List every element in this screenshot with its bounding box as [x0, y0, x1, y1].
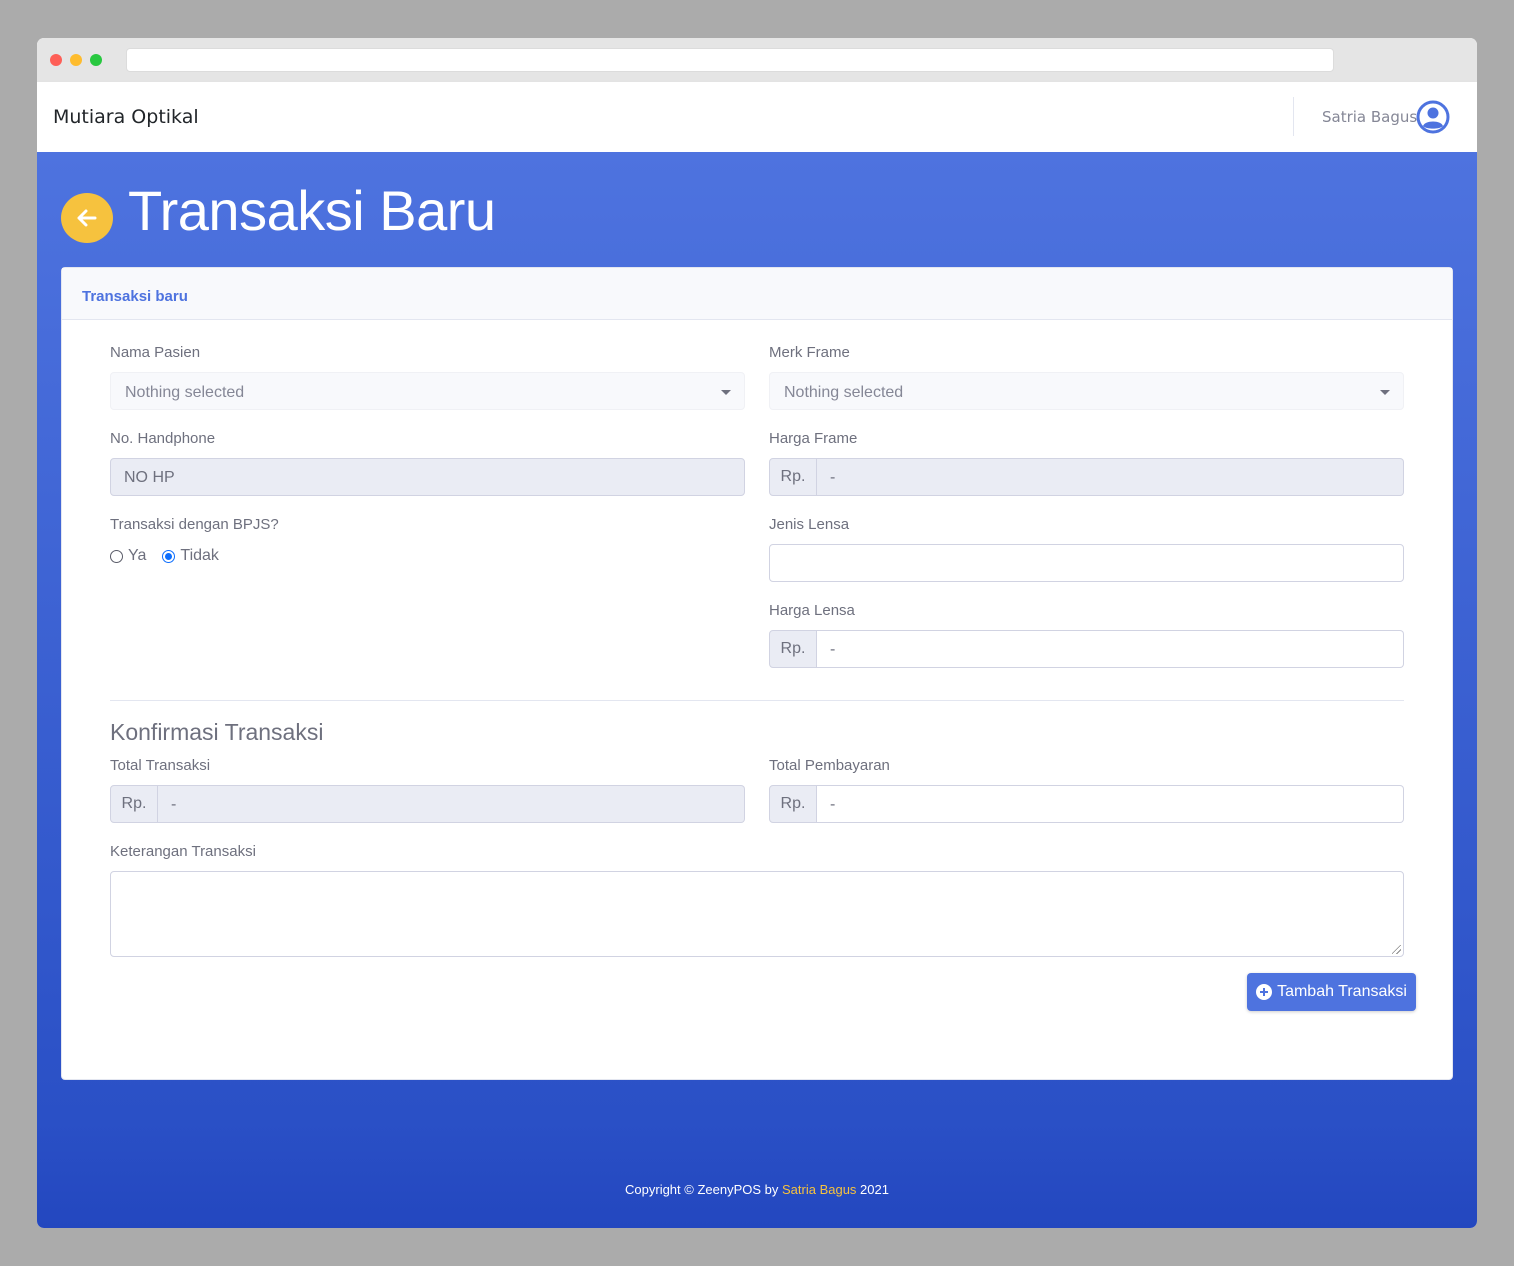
content-area: Transaksi Baru Transaksi baru Nama Pasie…	[37, 152, 1477, 1228]
harga-lensa-field[interactable]: -	[817, 630, 1404, 668]
bpjs-tidak-radio[interactable]	[162, 549, 176, 563]
topbar: Mutiara Optikal Satria Bagus	[37, 82, 1477, 152]
nama-pasien-select[interactable]: Nothing selected	[110, 372, 745, 410]
total-pembayaran-label: Total Pembayaran	[769, 757, 890, 774]
bpjs-radio-group: Ya Tidak	[110, 547, 235, 565]
card-title: Transaksi baru	[82, 288, 188, 305]
no-handphone-field[interactable]: NO HP	[110, 458, 745, 496]
merk-frame-label: Merk Frame	[769, 344, 850, 361]
chevron-down-icon	[1380, 390, 1390, 395]
harga-frame-prefix: Rp.	[769, 458, 817, 496]
back-button[interactable]	[61, 193, 113, 243]
tambah-transaksi-button[interactable]: Tambah Transaksi	[1247, 973, 1416, 1011]
bpjs-label: Transaksi dengan BPJS?	[110, 516, 279, 533]
no-handphone-label: No. Handphone	[110, 430, 216, 447]
address-bar[interactable]	[126, 48, 1334, 72]
total-transaksi-prefix: Rp.	[110, 785, 158, 823]
keterangan-label: Keterangan Transaksi	[110, 843, 256, 860]
total-transaksi-label: Total Transaksi	[110, 757, 211, 774]
total-pembayaran-prefix: Rp.	[769, 785, 817, 823]
harga-lensa-prefix: Rp.	[769, 630, 817, 668]
user-name[interactable]: Satria Bagus	[1322, 108, 1417, 126]
keterangan-textarea[interactable]	[110, 871, 1404, 957]
footer-suffix: 2021	[856, 1182, 889, 1197]
nama-pasien-value: Nothing selected	[125, 384, 245, 401]
harga-lensa-group: Rp. -	[769, 630, 1404, 668]
page-title: Transaksi Baru	[128, 179, 496, 242]
nama-pasien-label: Nama Pasien	[110, 344, 201, 361]
browser-chrome	[37, 38, 1477, 82]
total-pembayaran-field[interactable]: -	[817, 785, 1404, 823]
maximize-window-icon[interactable]	[90, 54, 102, 66]
jenis-lensa-label: Jenis Lensa	[769, 516, 850, 533]
tambah-transaksi-label: Tambah Transaksi	[1277, 983, 1407, 1000]
bpjs-ya-radio[interactable]	[110, 549, 123, 563]
harga-frame-label: Harga Frame	[769, 430, 858, 447]
topbar-divider	[1293, 97, 1294, 136]
jenis-lensa-field[interactable]	[769, 544, 1404, 582]
transaction-card: Transaksi baru Nama Pasien Nothing selec…	[61, 267, 1453, 1080]
bpjs-tidak-label[interactable]: Tidak	[180, 547, 219, 565]
merk-frame-select[interactable]: Nothing selected	[769, 372, 1404, 410]
plus-circle-icon	[1256, 984, 1273, 1000]
browser-window: Mutiara Optikal Satria Bagus Transaksi B…	[37, 38, 1477, 1228]
card-header: Transaksi baru	[62, 268, 1452, 320]
konfirmasi-title: Konfirmasi Transaksi	[110, 719, 324, 745]
merk-frame-value: Nothing selected	[784, 384, 904, 401]
harga-frame-group: Rp. -	[769, 458, 1404, 496]
chevron-down-icon	[721, 390, 731, 395]
harga-lensa-label: Harga Lensa	[769, 602, 855, 619]
total-transaksi-group: Rp. -	[110, 785, 745, 823]
minimize-window-icon[interactable]	[70, 54, 82, 66]
user-avatar-icon[interactable]	[1416, 100, 1450, 134]
brand-name[interactable]: Mutiara Optikal	[53, 106, 199, 128]
section-divider	[110, 700, 1404, 701]
total-pembayaran-group: Rp. -	[769, 785, 1404, 823]
resize-handle-icon[interactable]	[1392, 945, 1401, 954]
footer-prefix: Copyright © ZeenyPOS by	[625, 1182, 782, 1197]
total-transaksi-field[interactable]: -	[158, 785, 745, 823]
harga-frame-field[interactable]: -	[817, 458, 1404, 496]
footer-author-link[interactable]: Satria Bagus	[782, 1182, 856, 1197]
arrow-left-icon	[77, 209, 97, 227]
footer: Copyright © ZeenyPOS by Satria Bagus 202…	[37, 1182, 1477, 1197]
bpjs-ya-label[interactable]: Ya	[128, 547, 146, 565]
close-window-icon[interactable]	[50, 54, 62, 66]
